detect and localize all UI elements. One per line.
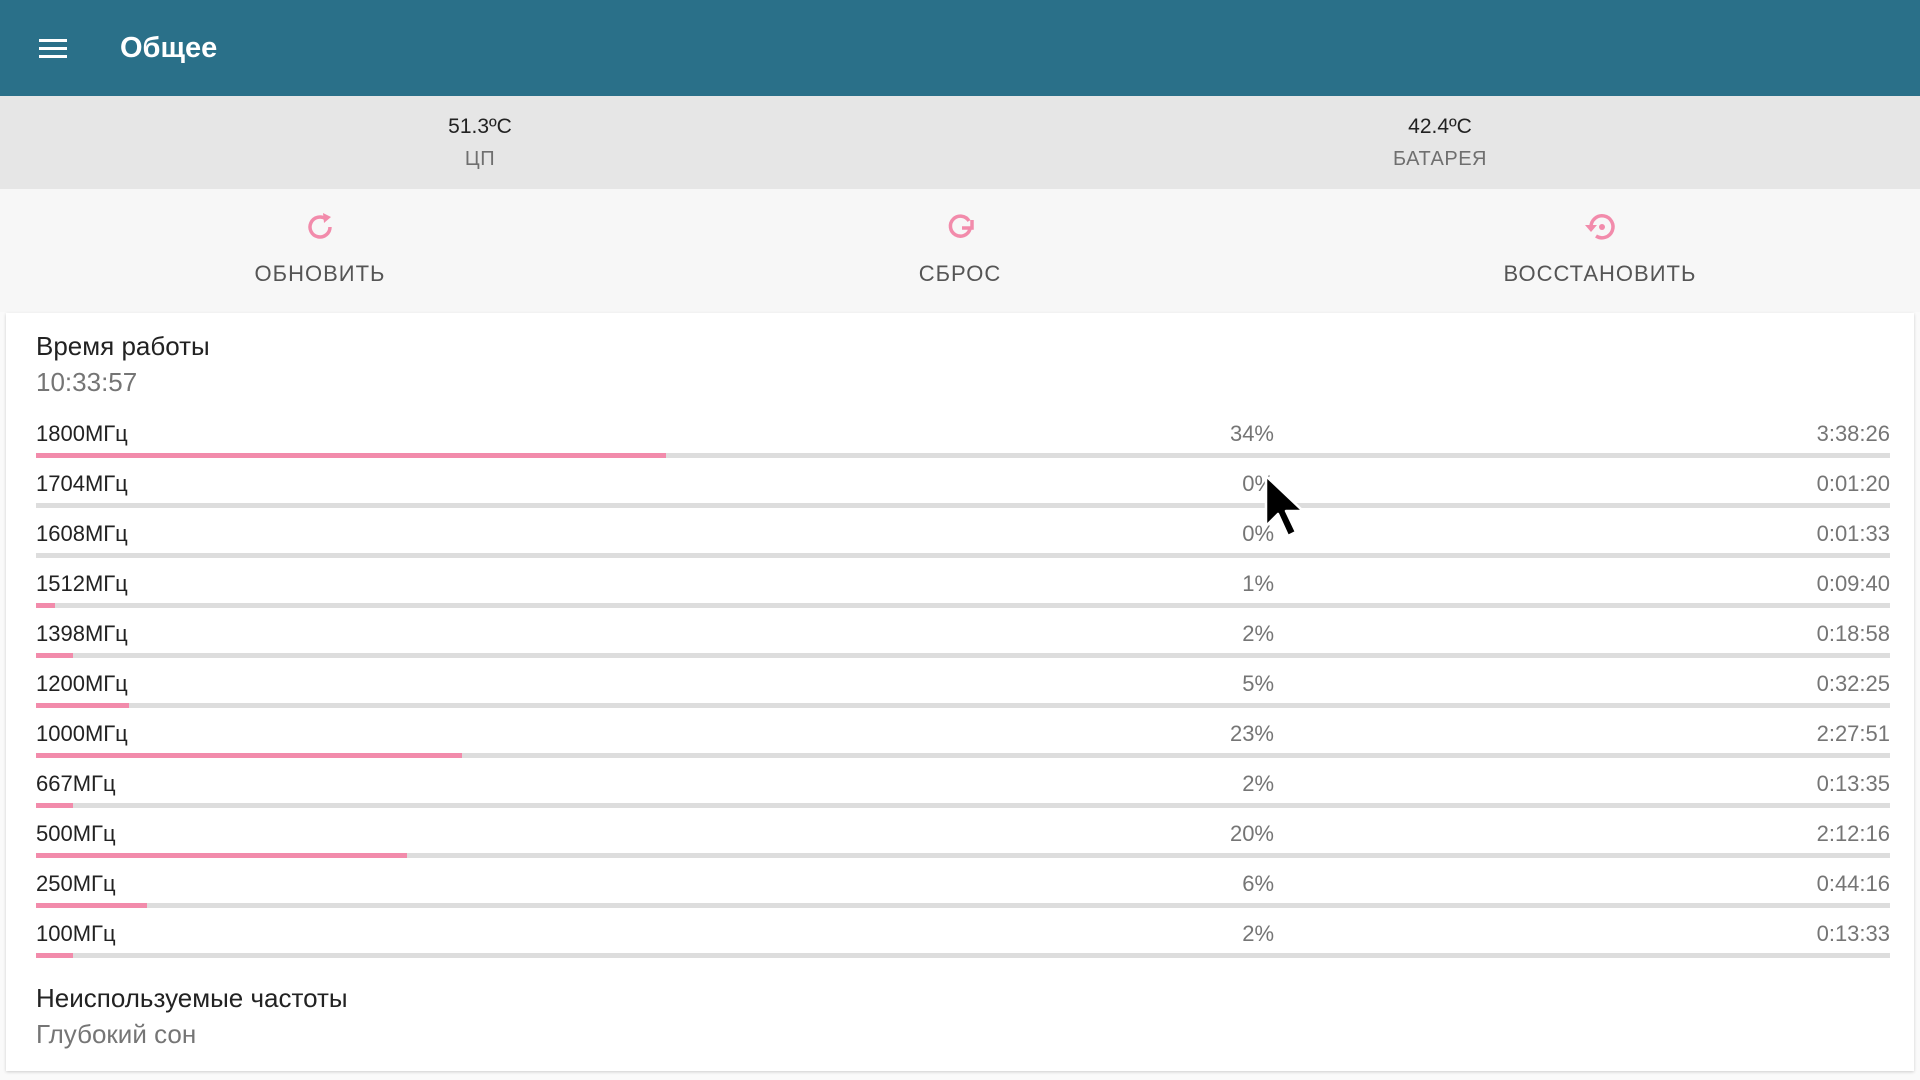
frequency-time: 2:12:16 (1816, 821, 1890, 846)
frequency-percent: 20% (1229, 821, 1274, 846)
frequency-label: 1512МГц (36, 571, 128, 596)
frequency-label: 1398МГц (36, 621, 128, 646)
battery-temperature-value: 42.4ºC (1408, 114, 1472, 138)
frequency-label: 1704МГц (36, 471, 128, 496)
frequency-progress-fill (36, 953, 74, 958)
frequency-progress-fill (36, 653, 74, 658)
cpu-states-card: Время работы 10:33:57 1800МГц 34% 3:38:26 1… (6, 313, 1914, 1071)
frequency-row: 100МГц 2% 0:13:33 (36, 913, 1890, 963)
frequency-progress-track (36, 703, 1890, 708)
cpu-temperature-value: 51.3ºC (448, 114, 512, 138)
uptime-title: Время работы (36, 331, 210, 361)
frequency-time: 0:13:35 (1816, 771, 1890, 796)
frequency-percent: 5% (1242, 671, 1274, 696)
reset-icon (940, 207, 980, 247)
frequency-progress-track (36, 803, 1890, 808)
frequency-progress-fill (36, 603, 55, 608)
frequency-progress-track (36, 853, 1890, 858)
frequency-progress-fill (36, 453, 667, 458)
frequency-list: 1800МГц 34% 3:38:26 1704МГц 0% 0:01:20 1608МГц… (36, 413, 1890, 963)
frequency-percent: 23% (1229, 721, 1274, 746)
uptime-value: 10:33:57 (36, 367, 138, 397)
frequency-label: 1000МГц (36, 721, 128, 746)
restore-icon (1580, 207, 1620, 247)
unused-frequencies-title: Неиспользуемые частоты (36, 983, 348, 1013)
reset-button[interactable]: СБРОС (640, 189, 1280, 312)
frequency-percent: 6% (1242, 871, 1274, 896)
frequency-row: 1512МГц 1% 0:09:40 (36, 563, 1890, 613)
frequency-label: 250МГц (36, 871, 116, 896)
frequency-row: 1608МГц 0% 0:01:33 (36, 513, 1890, 563)
app-bar: Общее (0, 0, 1920, 96)
restore-label: ВОССТАНОВИТЬ (1503, 261, 1697, 286)
frequency-progress-fill (36, 703, 129, 708)
frequency-progress-fill (36, 803, 74, 808)
frequency-progress-fill (36, 753, 463, 758)
frequency-progress-track (36, 903, 1890, 908)
battery-temperature-label: БАТАРЕЯ (1393, 147, 1487, 170)
frequency-label: 1608МГц (36, 521, 128, 546)
mouse-cursor-icon (1264, 474, 1305, 538)
frequency-time: 0:13:33 (1816, 921, 1890, 946)
frequency-time: 2:27:51 (1816, 721, 1890, 746)
cpu-temperature: 51.3ºC ЦП (0, 96, 960, 189)
refresh-icon (300, 207, 340, 247)
frequency-progress-fill (36, 853, 407, 858)
frequency-progress-track (36, 553, 1890, 558)
frequency-time: 0:18:58 (1816, 621, 1890, 646)
frequency-progress-fill (36, 903, 148, 908)
frequency-row: 250МГц 6% 0:44:16 (36, 863, 1890, 913)
frequency-label: 100МГц (36, 921, 116, 946)
frequency-time: 0:32:25 (1816, 671, 1890, 696)
frequency-progress-track (36, 503, 1890, 508)
frequency-progress-track (36, 453, 1890, 458)
refresh-button[interactable]: ОБНОВИТЬ (0, 189, 640, 312)
frequency-time: 3:38:26 (1816, 421, 1890, 446)
frequency-label: 1800МГц (36, 421, 128, 446)
action-bar: ОБНОВИТЬ СБРОС ВОССТАНОВИТЬ (0, 189, 1920, 312)
frequency-progress-track (36, 753, 1890, 758)
frequency-row: 500МГц 20% 2:12:16 (36, 813, 1890, 863)
frequency-row: 667МГц 2% 0:13:35 (36, 763, 1890, 813)
frequency-percent: 2% (1242, 771, 1274, 796)
frequency-progress-track (36, 603, 1890, 608)
frequency-label: 500МГц (36, 821, 116, 846)
frequency-time: 0:01:33 (1816, 521, 1890, 546)
restore-button[interactable]: ВОССТАНОВИТЬ (1280, 189, 1920, 312)
frequency-time: 0:01:20 (1816, 471, 1890, 496)
temperature-bar: 51.3ºC ЦП 42.4ºC БАТАРЕЯ (0, 96, 1920, 189)
battery-temperature: 42.4ºC БАТАРЕЯ (960, 96, 1920, 189)
frequency-row: 1200МГц 5% 0:32:25 (36, 663, 1890, 713)
frequency-percent: 2% (1242, 621, 1274, 646)
frequency-row: 1704МГц 0% 0:01:20 (36, 463, 1890, 513)
frequency-label: 1200МГц (36, 671, 128, 696)
frequency-progress-track (36, 653, 1890, 658)
frequency-progress-track (36, 953, 1890, 958)
frequency-time: 0:09:40 (1816, 571, 1890, 596)
frequency-row: 1398МГц 2% 0:18:58 (36, 613, 1890, 663)
frequency-row: 1000МГц 23% 2:27:51 (36, 713, 1890, 763)
reset-label: СБРОС (918, 261, 1002, 286)
frequency-percent: 1% (1242, 571, 1274, 596)
frequency-row: 1800МГц 34% 3:38:26 (36, 413, 1890, 463)
frequency-percent: 2% (1242, 921, 1274, 946)
cpu-temperature-label: ЦП (464, 147, 496, 170)
menu-icon[interactable] (36, 31, 70, 65)
unused-frequencies-value: Глубокий сон (36, 1019, 197, 1049)
frequency-label: 667МГц (36, 771, 116, 796)
frequency-percent: 34% (1229, 421, 1274, 446)
page-title: Общее (120, 31, 218, 64)
frequency-time: 0:44:16 (1816, 871, 1890, 896)
refresh-label: ОБНОВИТЬ (254, 261, 386, 286)
